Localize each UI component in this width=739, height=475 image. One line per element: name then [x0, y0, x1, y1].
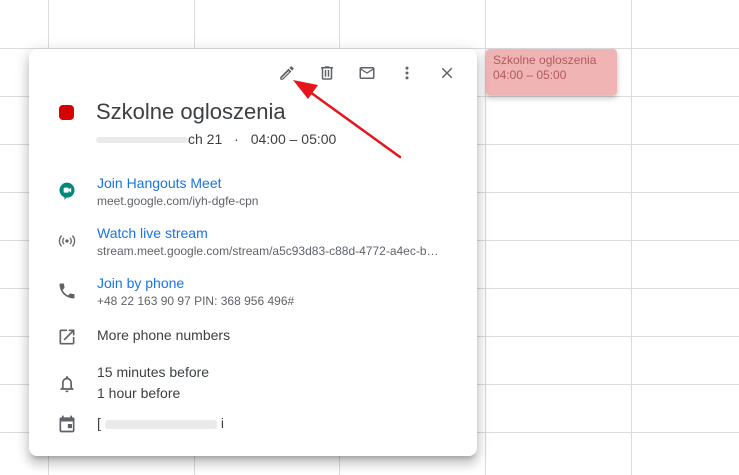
calendar-name-suffix: i — [220, 415, 225, 431]
event-chip-title: Szkolne ogloszenia — [493, 53, 597, 67]
popup-toolbar — [267, 59, 467, 87]
phone-icon — [57, 281, 77, 301]
trash-icon — [321, 66, 333, 80]
calendar-info: [i — [97, 413, 463, 434]
join-by-phone-link[interactable]: Join by phone — [97, 275, 463, 291]
mail-icon — [359, 67, 375, 79]
grid-column-line — [631, 0, 632, 475]
edit-event-button[interactable] — [267, 59, 307, 87]
open-external-icon — [57, 327, 77, 347]
email-guests-button[interactable] — [347, 59, 387, 87]
more-numbers-info: More phone numbers — [97, 325, 463, 346]
hangouts-meet-icon — [57, 181, 77, 201]
delete-event-button[interactable] — [307, 59, 347, 87]
event-details-popup: Szkolne ogloszenia ch 21 · 04:00 – 05:00… — [29, 49, 477, 456]
event-title: Szkolne ogloszenia — [96, 99, 286, 124]
phone-number-pin: +48 22 163 90 97 PIN: 368 956 496# — [97, 294, 295, 308]
phone-info: Join by phone +48 22 163 90 97 PIN: 368 … — [97, 275, 463, 308]
event-color-swatch — [59, 105, 74, 120]
date-separator: · — [234, 131, 239, 147]
live-stream-icon — [57, 231, 77, 251]
event-date-time: ch 21 · 04:00 – 05:00 — [96, 131, 336, 147]
event-date-partial: ch 21 — [188, 131, 223, 147]
reminder-first: 15 minutes before — [97, 364, 210, 380]
more-phone-numbers-link[interactable]: More phone numbers — [97, 325, 463, 346]
reminders-info: 15 minutes before 1 hour before — [97, 362, 463, 404]
more-options-button[interactable] — [387, 59, 427, 87]
close-icon — [441, 67, 453, 79]
meet-info: Join Hangouts Meet meet.google.com/iyh-d… — [97, 175, 463, 208]
reminder-second: 1 hour before — [97, 385, 181, 401]
calendar-name: [i — [97, 413, 463, 434]
event-chip-time: 04:00 – 05:00 — [493, 68, 567, 82]
bell-icon — [57, 374, 77, 394]
pencil-icon — [280, 66, 294, 80]
more-vert-icon — [405, 66, 409, 80]
event-time: 04:00 – 05:00 — [250, 131, 337, 147]
close-popup-button[interactable] — [427, 59, 467, 87]
join-meet-link[interactable]: Join Hangouts Meet — [97, 175, 463, 191]
calendar-event-chip[interactable]: Szkolne ogloszenia 04:00 – 05:00 — [486, 49, 617, 95]
stream-info: Watch live stream stream.meet.google.com… — [97, 225, 463, 258]
watch-live-stream-link[interactable]: Watch live stream — [97, 225, 463, 241]
calendar-name-prefix: [ — [97, 415, 101, 431]
redacted-date — [96, 137, 188, 144]
meet-url: meet.google.com/iyh-dgfe-cpn — [97, 194, 259, 208]
stream-url: stream.meet.google.com/stream/a5c93d83-c… — [97, 244, 439, 258]
redacted-calendar-name — [104, 419, 217, 429]
calendar-icon — [57, 414, 77, 434]
